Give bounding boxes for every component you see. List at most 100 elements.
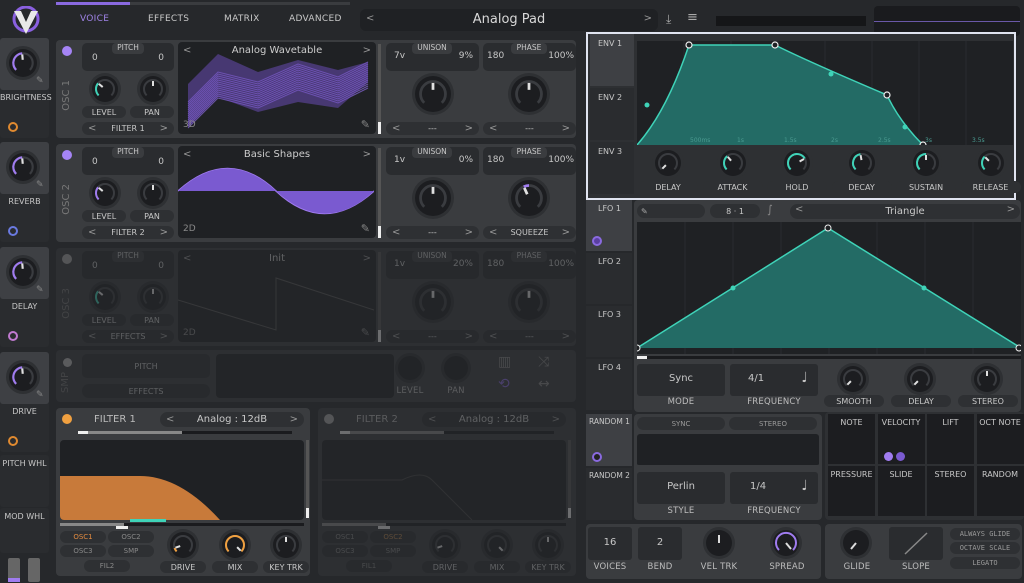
level-knob[interactable]: [92, 76, 118, 102]
route-other-filter[interactable]: FIL1: [346, 560, 392, 572]
pitch-wheel[interactable]: [8, 558, 20, 582]
bounce-icon[interactable]: ↔: [538, 376, 550, 392]
lfo-mod-icon[interactable]: [592, 236, 602, 246]
filter-resonance-slider[interactable]: [306, 440, 309, 518]
save-icon[interactable]: ⤓: [666, 12, 671, 27]
phase-control[interactable]: PHASE 180 100%: [483, 43, 576, 71]
filter-response-graph[interactable]: [60, 440, 304, 520]
dest-next[interactable]: >: [160, 227, 168, 238]
note-icon[interactable]: ♩: [801, 478, 808, 494]
view-mode-toggle[interactable]: 2D: [183, 224, 196, 234]
phase-control[interactable]: PHASE 180 100%: [483, 147, 576, 175]
random-phase-icon[interactable]: ⤨: [538, 354, 549, 370]
menu-icon[interactable]: ≡: [687, 10, 698, 25]
tab-matrix[interactable]: MATRIX: [224, 14, 260, 24]
route-osc2[interactable]: OSC2: [108, 531, 154, 543]
pitch-transpose[interactable]: 0: [92, 261, 98, 271]
sampler-pitch[interactable]: PITCH: [82, 354, 210, 378]
vel-trk-knob[interactable]: [706, 530, 732, 556]
macro-knob[interactable]: [9, 363, 37, 391]
phase-random[interactable]: 100%: [548, 155, 574, 165]
random-mod-icon[interactable]: [592, 452, 602, 462]
unison-control[interactable]: UNISON 7v 9%: [386, 43, 479, 71]
slope-display[interactable]: [889, 527, 943, 560]
envelope-curve[interactable]: 500ms 1s 1.5s 2s 2.5s 3s 3.5s: [637, 41, 1013, 145]
macro-knob[interactable]: [9, 49, 37, 77]
route-other-filter[interactable]: FIL2: [84, 560, 130, 572]
lfo-tab-3[interactable]: LFO 3: [586, 306, 632, 357]
filter-keytrk-knob[interactable]: [535, 532, 561, 558]
morph-next[interactable]: >: [465, 331, 473, 342]
filter-mix-knob[interactable]: [222, 532, 248, 558]
sampler-level-knob[interactable]: [398, 356, 422, 380]
always-glide-button[interactable]: ALWAYS GLIDE: [950, 528, 1020, 540]
lfo-shape-next[interactable]: >: [1007, 204, 1015, 215]
route-osc1[interactable]: OSC1: [322, 531, 368, 543]
phase-value[interactable]: 180: [487, 259, 504, 269]
route-smp[interactable]: SMP: [108, 545, 154, 557]
distortion-selector[interactable]: < SQUEEZE >: [483, 226, 576, 239]
osc-enable-toggle[interactable]: [62, 150, 72, 160]
route-smp[interactable]: SMP: [370, 545, 416, 557]
filter-keytrk-knob[interactable]: [273, 532, 299, 558]
env-release-knob[interactable]: [977, 150, 1004, 176]
macro-knob[interactable]: [9, 258, 37, 286]
pitch-tune[interactable]: 0: [158, 261, 164, 271]
glide-knob[interactable]: [843, 530, 869, 556]
edit-icon[interactable]: ✎: [36, 180, 44, 190]
phase-value[interactable]: 180: [487, 155, 504, 165]
level-knob[interactable]: [92, 180, 118, 206]
lfo-stereo-knob[interactable]: [974, 366, 1000, 392]
filter-blend-slider[interactable]: [340, 431, 554, 434]
unison-voices[interactable]: 1v: [394, 155, 405, 165]
sampler-enable-toggle[interactable]: [63, 358, 72, 367]
legato-button[interactable]: LEGATO: [950, 557, 1020, 569]
mod-source-pressure[interactable]: PRESSURE: [828, 466, 875, 516]
lfo-curve-handle[interactable]: [730, 285, 736, 291]
phase-random[interactable]: 100%: [548, 259, 574, 269]
env-tab-1[interactable]: ENV 1: [590, 34, 634, 86]
distortion-selector[interactable]: < --- >: [483, 122, 576, 135]
lfo-curve[interactable]: [637, 222, 1021, 354]
filter-enable-toggle[interactable]: [62, 414, 72, 424]
mod-source-stereo[interactable]: STEREO: [927, 466, 974, 516]
distortion-selector[interactable]: < --- >: [483, 330, 576, 343]
edit-icon[interactable]: ✎: [36, 285, 44, 295]
loop-icon[interactable]: ⟲: [498, 376, 510, 392]
level-knob[interactable]: [92, 284, 118, 310]
filter-model-selector[interactable]: < Analog : 12dB >: [422, 412, 566, 427]
mod-source-lift[interactable]: LIFT: [927, 414, 974, 464]
pitch-tune[interactable]: 0: [158, 53, 164, 63]
env-node[interactable]: [883, 91, 891, 99]
macro-mod-icon[interactable]: [8, 436, 18, 446]
wavetable-display[interactable]: < Basic Shapes > 2D ✎: [178, 146, 376, 238]
route-osc3[interactable]: OSC3: [322, 545, 368, 557]
lfo-smooth-knob[interactable]: [840, 366, 866, 392]
unison-detune[interactable]: 9%: [459, 51, 473, 61]
edit-wavetable-icon[interactable]: ✎: [361, 326, 370, 339]
lfo-graph[interactable]: [637, 222, 1021, 354]
pan-knob[interactable]: [140, 284, 166, 310]
distortion-knob[interactable]: [511, 180, 547, 216]
filter-model-next[interactable]: >: [552, 414, 560, 425]
env-attack-knob[interactable]: [719, 150, 746, 176]
lfo-node[interactable]: [637, 344, 641, 352]
edit-wavetable-icon[interactable]: ✎: [361, 222, 370, 235]
spectral-morph-knob[interactable]: [415, 284, 451, 320]
dest-next[interactable]: >: [160, 331, 168, 342]
lfo-curve-handle[interactable]: [921, 285, 927, 291]
tab-effects[interactable]: EFFECTS: [148, 14, 189, 24]
morph-next[interactable]: >: [465, 227, 473, 238]
route-osc2[interactable]: OSC2: [370, 531, 416, 543]
morph-prev[interactable]: <: [392, 123, 400, 134]
wavetable-frame-slider[interactable]: [378, 44, 381, 134]
random-stereo-button[interactable]: STEREO: [729, 417, 817, 430]
filter-cutoff-slider[interactable]: [60, 519, 304, 529]
wavetable-display[interactable]: < Init > 2D ✎: [178, 250, 376, 342]
route-osc1[interactable]: OSC1: [60, 531, 106, 543]
note-icon[interactable]: ♩: [801, 370, 808, 386]
unison-voices[interactable]: 1v: [394, 259, 405, 269]
wavetable-display[interactable]: < Analog Wavetable > 3D ✎: [178, 42, 376, 134]
unison-voices[interactable]: 7v: [394, 51, 405, 61]
filter-model-prev[interactable]: <: [166, 414, 174, 425]
